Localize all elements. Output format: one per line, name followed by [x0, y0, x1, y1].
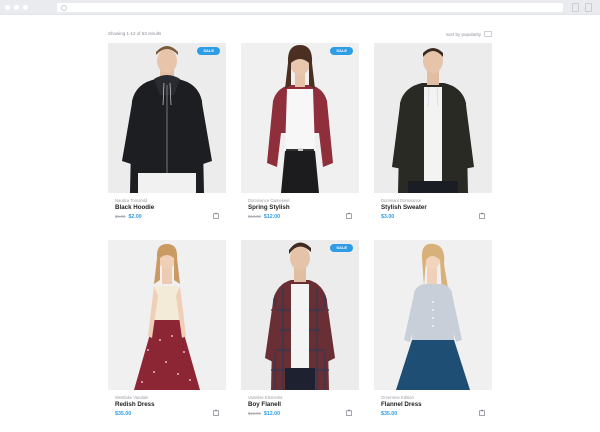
window-minimize-dot[interactable]: [14, 5, 19, 10]
window-maximize-dot[interactable]: [23, 5, 28, 10]
old-price: $19.00: [248, 214, 261, 219]
product-info: Greentree Edition Flannel Dress $35.00: [381, 395, 485, 423]
results-count: Showing 1-12 of 53 results: [108, 31, 162, 36]
old-price: $19.00: [248, 411, 261, 416]
price: $12.00: [263, 411, 281, 417]
product-prices: $35.00: [381, 411, 485, 417]
product-brand: Vanelise Elements: [248, 395, 283, 400]
add-to-cart-icon[interactable]: [479, 409, 485, 416]
product-card[interactable]: SALE Vanelise Elements Boy Flanell $19.0…: [241, 240, 359, 423]
window-close-dot[interactable]: [5, 5, 10, 10]
product-image[interactable]: [374, 43, 492, 193]
add-to-cart-icon[interactable]: [346, 409, 352, 416]
price: $2.00: [128, 214, 142, 220]
product-info: Dominance Gamekeel Spring Stylish $19.00…: [248, 198, 352, 226]
product-info: Vanelise Elements Boy Flanell $19.00 $12…: [248, 395, 352, 423]
product-name[interactable]: Boy Flanell: [248, 401, 352, 408]
price: $35.00: [115, 411, 132, 417]
address-bar[interactable]: [57, 3, 563, 12]
price: $12.00: [263, 214, 281, 220]
sort-label: Sort by popularity: [445, 31, 481, 37]
product-image[interactable]: SALE: [241, 240, 359, 390]
add-to-cart-icon[interactable]: [213, 409, 219, 416]
browser-window: Showing 1-12 of 53 results Sort by popul…: [0, 0, 600, 432]
product-brand: Westlake Vandals: [115, 395, 149, 400]
product-card[interactable]: Dominant Dominance Stylish Sweater $3.00: [374, 43, 492, 226]
product-brand: Dominance Gamekeel: [248, 198, 290, 203]
product-image[interactable]: [374, 240, 492, 390]
product-image[interactable]: SALE: [108, 43, 226, 193]
product-image[interactable]: [108, 240, 226, 390]
product-brand: Dominant Dominance: [381, 198, 422, 203]
product-name[interactable]: Stylish Sweater: [381, 204, 485, 211]
add-to-cart-icon[interactable]: [346, 212, 352, 219]
sale-badge: SALE: [197, 47, 220, 55]
product-name[interactable]: Flannel Dress: [381, 401, 485, 408]
price: $35.00: [381, 411, 398, 417]
product-prices: $3.00: [381, 214, 485, 220]
product-info: Westlake Vandals Redish Dress $35.00: [115, 395, 219, 423]
product-card[interactable]: Greentree Edition Flannel Dress $35.00: [374, 240, 492, 423]
product-prices: $35.00: [115, 411, 219, 417]
product-brand: Nautica Tomahild: [115, 198, 148, 203]
product-grid: SALE Nautica Tomahild Black Hoodie $5.00…: [108, 43, 492, 423]
browser-chrome: [0, 0, 600, 15]
product-info: Dominant Dominance Stylish Sweater $3.00: [381, 198, 485, 226]
sort-dropdown[interactable]: Sort by popularity: [446, 31, 492, 37]
product-prices: $19.00 $12.00: [248, 214, 352, 220]
sale-badge: SALE: [330, 47, 353, 55]
product-card[interactable]: SALE Nautica Tomahild Black Hoodie $5.00…: [108, 43, 226, 226]
sale-badge: SALE: [330, 244, 353, 252]
chevron-down-icon: [484, 31, 492, 37]
share-icon[interactable]: [572, 3, 579, 12]
search-icon: [61, 5, 67, 11]
product-card[interactable]: Westlake Vandals Redish Dress $35.00: [108, 240, 226, 423]
price: $3.00: [381, 214, 395, 220]
product-info: Nautica Tomahild Black Hoodie $5.00 $2.0…: [115, 198, 219, 226]
add-to-cart-icon[interactable]: [479, 212, 485, 219]
product-card[interactable]: SALE Dominance Gamekeel Spring Stylish $…: [241, 43, 359, 226]
product-brand: Greentree Edition: [381, 395, 414, 400]
product-name[interactable]: Black Hoodie: [115, 204, 219, 211]
add-to-cart-icon[interactable]: [213, 212, 219, 219]
old-price: $5.00: [115, 214, 126, 219]
product-name[interactable]: Spring Stylish: [248, 204, 352, 211]
product-prices: $5.00 $2.00: [115, 214, 219, 220]
tabs-icon[interactable]: [585, 3, 592, 12]
product-image[interactable]: SALE: [241, 43, 359, 193]
product-name[interactable]: Redish Dress: [115, 401, 219, 408]
product-prices: $19.00 $12.00: [248, 411, 352, 417]
